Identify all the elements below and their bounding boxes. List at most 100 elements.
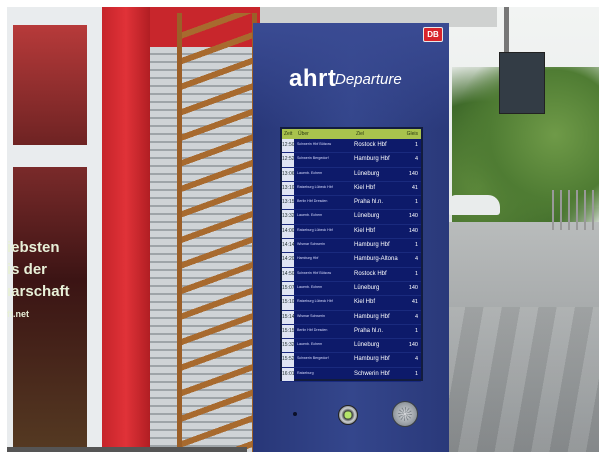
table-row: 15:32 Lauenb. Echem Lüneburg 140 xyxy=(282,339,421,354)
table-row: 14:50 Schwerin Hbf Bützow Rostock Hbf 1 xyxy=(282,267,421,282)
departure-time: 15:07 xyxy=(282,281,295,296)
help-button[interactable] xyxy=(338,405,358,425)
fence xyxy=(552,190,599,230)
kiosk-brand: ahrt xyxy=(289,65,337,92)
departure-track: 1 xyxy=(414,142,418,148)
departure-destination: Hamburg-Altona xyxy=(354,256,398,263)
departure-time: 15:10 xyxy=(282,296,295,310)
header-gleis: Gleis xyxy=(406,131,418,137)
departure-destination: Kiel Hbf xyxy=(354,184,376,191)
departure-via: Lauenb. Echem xyxy=(297,284,323,289)
station-photo: iebsten is der ıarschaft ft.net DB ahrt … xyxy=(7,7,599,452)
table-row: 16:01 Ratzeburg Schwerin Hbf 1 xyxy=(282,367,421,383)
departure-via: Ratzeburg Lübeck Hbf xyxy=(297,227,333,232)
departure-track: 140 xyxy=(408,284,418,291)
departure-track: 4 xyxy=(414,313,418,320)
departure-track: 4 xyxy=(414,356,418,363)
departure-time: 13:32 xyxy=(282,210,295,224)
departure-time: 13:10 xyxy=(282,181,295,196)
departure-time: 14:20 xyxy=(282,253,295,267)
departure-via: Schwerin Bergedorf xyxy=(297,356,329,361)
table-row: 15:07 Lauenb. Echem Lüneburg 140 xyxy=(282,281,421,297)
departure-time: 14:50 xyxy=(282,267,295,281)
departure-time: 12:50 xyxy=(282,139,295,153)
departure-track: 1 xyxy=(414,242,418,249)
departure-via: Ratzeburg Lübeck Hbf xyxy=(297,299,333,304)
wooden-louvers xyxy=(177,13,257,452)
departure-destination: Schwerin Hbf xyxy=(354,370,390,377)
departure-time: 13:06 xyxy=(282,167,295,181)
departure-time: 15:15 xyxy=(282,324,295,339)
parked-car xyxy=(448,195,500,215)
departure-destination: Praha hl.n. xyxy=(354,327,384,334)
window-ledge xyxy=(7,447,247,452)
departure-destination: Hamburg Hbf xyxy=(354,313,390,320)
speaker-grille-icon xyxy=(392,401,418,427)
departure-destination: Hamburg Hbf xyxy=(354,242,390,249)
table-row: 15:15 Berlin Hbf Dresden Praha hl.n. 1 xyxy=(282,324,421,340)
departure-time: 12:52 xyxy=(282,153,295,167)
departure-rows: 12:50 Schwerin Hbf Bützow Rostock Hbf 1 12:5… xyxy=(282,139,421,383)
departure-destination: Rostock Hbf xyxy=(354,142,387,148)
departure-time: 14:00 xyxy=(282,224,295,239)
departure-track: 1 xyxy=(414,199,418,206)
station-sign xyxy=(499,52,545,114)
sensor-dot xyxy=(293,412,297,416)
departure-time: 15:14 xyxy=(282,310,295,324)
photo-frame: iebsten is der ıarschaft ft.net DB ahrt … xyxy=(0,0,606,459)
departure-track: 1 xyxy=(414,327,418,334)
shop-text-line: ıarschaft xyxy=(7,283,70,300)
table-row: 14:14 Wismar Schwerin Hamburg Hbf 1 xyxy=(282,239,421,254)
departure-time: 15:32 xyxy=(282,339,295,353)
header-ueber: Über xyxy=(298,131,309,137)
departure-destination: Lüneburg xyxy=(354,213,380,220)
departure-via: Wismar Schwerin xyxy=(297,242,325,247)
table-row: 12:52 Schwerin Bergedorf Hamburg Hbf 4 xyxy=(282,153,421,168)
departure-track: 4 xyxy=(414,156,418,163)
table-row: 12:50 Schwerin Hbf Bützow Rostock Hbf 1 xyxy=(282,139,421,154)
departure-via: Schwerin Hbf Bützow xyxy=(297,270,332,275)
db-logo-icon: DB xyxy=(423,27,443,42)
table-row: 13:10 Ratzeburg Lübeck Hbf Kiel Hbf 41 xyxy=(282,181,421,197)
door-window-top xyxy=(13,25,87,145)
departure-via: Ratzeburg xyxy=(297,370,314,375)
departure-time: 16:01 xyxy=(282,367,295,382)
departure-via: Hamburg Hbf xyxy=(297,256,319,261)
departure-destination: Hamburg Hbf xyxy=(354,156,390,163)
departure-via: Lauenb. Echem xyxy=(297,170,323,175)
departure-destination: Praha hl.n. xyxy=(354,199,384,206)
departure-destination: Lüneburg xyxy=(354,170,380,177)
departure-time: 15:52 xyxy=(282,353,295,367)
departure-destination: Lüneburg xyxy=(354,284,380,291)
header-zeit: Zeit xyxy=(284,131,293,137)
departure-via: Wismar Schwerin xyxy=(297,313,325,318)
departure-screen: Zeit Über Ziel Gleis 12:50 Schwerin Hbf B… xyxy=(280,127,423,383)
departure-destination: Kiel Hbf xyxy=(354,227,376,234)
departure-via: Lauenb. Echem xyxy=(297,342,323,347)
departure-destination: Hamburg Hbf xyxy=(354,356,390,363)
table-row: 13:32 Lauenb. Echem Lüneburg 140 xyxy=(282,210,421,225)
departure-time: 13:15 xyxy=(282,196,295,210)
red-column xyxy=(102,7,150,452)
departure-via: Schwerin Hbf Bützow xyxy=(297,142,332,146)
table-row: 15:10 Ratzeburg Lübeck Hbf Kiel Hbf 41 xyxy=(282,296,421,311)
shop-window-lettering: iebsten is der ıarschaft ft.net xyxy=(7,237,70,347)
pavement-tiles xyxy=(447,307,599,452)
table-row: 13:06 Lauenb. Echem Lüneburg 140 xyxy=(282,167,421,182)
departure-destination: Kiel Hbf xyxy=(354,299,376,306)
table-row: 14:00 Ratzeburg Lübeck Hbf Kiel Hbf 140 xyxy=(282,224,421,240)
departure-track: 4 xyxy=(414,256,418,263)
departure-via: Berlin Hbf Dresden xyxy=(297,327,328,332)
departure-via: Berlin Hbf Dresden xyxy=(297,199,328,204)
header-ziel: Ziel xyxy=(356,131,365,137)
table-row: 13:15 Berlin Hbf Dresden Praha hl.n. 1 xyxy=(282,196,421,211)
departure-destination: Lüneburg xyxy=(354,342,380,349)
departure-track: 140 xyxy=(408,213,418,220)
kiosk-subtitle: Departure xyxy=(335,71,402,88)
departure-via: Ratzeburg Lübeck Hbf xyxy=(297,184,333,189)
shop-text-line: ft.net xyxy=(7,309,29,319)
departure-via: Lauenb. Echem xyxy=(297,213,323,218)
departure-track: 140 xyxy=(408,227,418,234)
departure-destination: Rostock Hbf xyxy=(354,270,387,277)
table-row: 15:14 Wismar Schwerin Hamburg Hbf 4 xyxy=(282,310,421,325)
